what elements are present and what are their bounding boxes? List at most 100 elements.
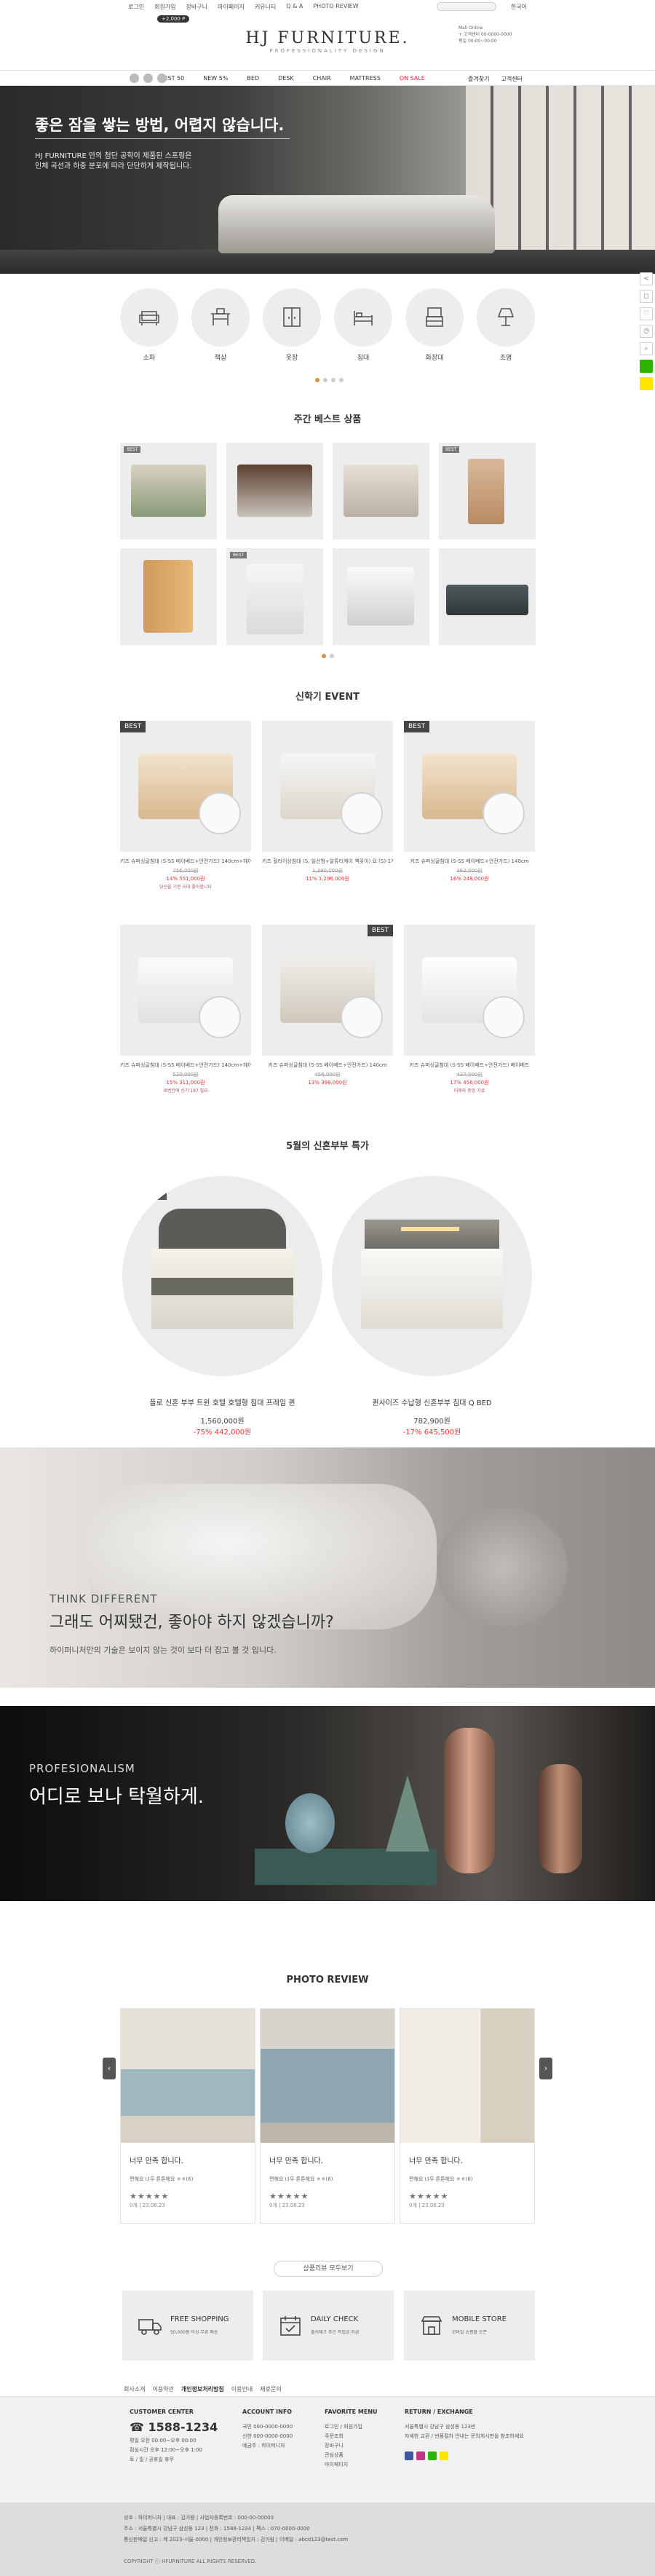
facebook-icon[interactable] — [405, 2451, 413, 2460]
product-note: 로변칸에 신기 187 필요 — [163, 1089, 208, 1094]
phone-number[interactable]: ☎ 1588-1234 — [130, 2422, 218, 2433]
community-link[interactable]: 커뮤니티 — [255, 3, 276, 11]
naver-talk-icon[interactable] — [640, 360, 653, 373]
original-price: 782,900원 — [413, 1418, 450, 1426]
product-card[interactable] — [226, 443, 323, 540]
logo-tagline: PROFESSIONALITY DESIGN — [269, 48, 386, 54]
review-meta: 0개 | 23.06.23 — [269, 2202, 305, 2208]
event-product-card[interactable]: BEST 키즈 슈퍼싱글침대 (S-SS 베이베드+안전가드) 140cm 36… — [404, 721, 535, 882]
review-prev-arrow[interactable]: ‹ — [103, 2058, 116, 2079]
footer-text: 토 / 일 / 공휴일 휴무 — [130, 2457, 174, 2462]
search-icon[interactable]: ⌕ — [640, 342, 653, 355]
review-stars: ★★★★★ — [409, 2192, 449, 2201]
review-card[interactable]: 너무 만족 합니다. 편해요 너무 튼튼해요 ㅎㅎ(6) ★★★★★ 0개 | … — [260, 2008, 395, 2224]
event-product-card[interactable]: BEST 키즈 슈퍼싱글침대 (S-SS 베이베드+안전가드) 140cm 45… — [262, 925, 393, 1086]
cart-icon[interactable]: ◻ — [640, 290, 653, 303]
review-title: 너무 만족 합니다. — [409, 2157, 463, 2165]
join-link[interactable]: 회원가입 — [154, 3, 175, 11]
product-card[interactable] — [333, 443, 429, 540]
recent-icon[interactable]: ◷ — [640, 325, 653, 338]
service-mobile-store[interactable]: MOBILE STORE 모바일 쇼핑몰 오픈 — [404, 2291, 535, 2360]
category-desk[interactable]: 책상 — [191, 288, 250, 362]
professionalism-banner[interactable]: PROFESIONALISM 어디로 보나 탁월하게. — [0, 1706, 655, 1901]
login-link[interactable]: 로그인 — [128, 3, 144, 11]
plush-toy-image — [437, 1506, 568, 1629]
photo-review-link[interactable]: PHOTO REVIEW — [313, 3, 358, 11]
footer-menu-link[interactable]: 로그인 / 회원가입 — [325, 2422, 378, 2432]
site-logo[interactable]: HJ FURNITURE. — [0, 29, 655, 47]
footer-menu-link[interactable]: 장바구니 — [325, 2441, 378, 2451]
cs-center-link[interactable]: 고객센터 — [501, 75, 522, 83]
sofa-icon — [139, 311, 159, 325]
event-product-card[interactable]: 키즈 컬러이상침대 (S, 일선형+알튜티케이 책꽂이) 요 (S)-1개...… — [262, 721, 393, 882]
category-label: 화장대 — [425, 355, 444, 362]
product-name: 키즈 슈퍼싱글침대 (S-SS 베이베드+안전가드) 140cm — [410, 858, 529, 864]
category-bed[interactable]: 침대 — [334, 288, 392, 362]
company-info: 상호 : 하이퍼니처 | 대표 : 김가람 | 사업자등록번호 : 000-00… — [124, 2515, 274, 2521]
think-different-banner[interactable]: THINK DIFFERENT 그래도 어찌됐건, 좋아야 하지 않겠습니까? … — [0, 1447, 655, 1688]
footer-menu-link[interactable]: 관심상품 — [325, 2451, 378, 2460]
bookmark-link[interactable]: 즐겨찾기 — [468, 75, 489, 83]
company-link[interactable]: 회사소개 — [124, 2385, 145, 2393]
privacy-link[interactable]: 개인정보처리방침 — [181, 2385, 224, 2393]
category-wardrobe[interactable]: 옷장 — [263, 288, 321, 362]
instagram-icon[interactable] — [143, 74, 153, 83]
heart-icon[interactable]: ♡ — [640, 307, 653, 320]
category-pager[interactable] — [315, 378, 344, 382]
partnership-link[interactable]: 제휴문의 — [260, 2385, 281, 2393]
nav-bed[interactable]: BED — [247, 75, 259, 82]
weekly-best-heading: 주간 베스트 상품 — [293, 414, 362, 425]
footer-menu-link[interactable]: 주문조회 — [325, 2432, 378, 2441]
view-all-reviews-button[interactable]: 상품리뷰 모두보기 — [274, 2261, 383, 2277]
nav-onsale[interactable]: ON SALE — [400, 75, 425, 82]
service-title: FREE SHOPPING — [170, 2315, 229, 2323]
product-card[interactable] — [120, 548, 217, 645]
terms-link[interactable]: 이용약관 — [152, 2385, 173, 2393]
footer-menu-link[interactable]: 마이페이지 — [325, 2460, 378, 2470]
bed-icon — [354, 311, 373, 325]
sale-price: -17% 645,500원 — [402, 1429, 461, 1437]
language-select[interactable]: 한국어 — [511, 3, 527, 11]
facebook-icon[interactable] — [130, 74, 139, 83]
product-card[interactable] — [439, 548, 536, 645]
product-card[interactable]: BEST — [120, 443, 217, 540]
nav-chair[interactable]: CHAIR — [313, 75, 331, 82]
nav-mattress[interactable]: MATTRESS — [350, 75, 381, 82]
nav-new[interactable]: NEW 5% — [203, 75, 228, 82]
event-product-card[interactable]: BEST 키즈 슈퍼싱글침대 (S-SS 베이베드+안전가드) 140cm+헤어… — [120, 721, 251, 890]
newlywed-product-card[interactable]: 퀸사이즈 수납형 신혼부부 침대 Q BED 782,900원 -17% 645… — [332, 1176, 532, 1437]
copyright: COPYRIGHT ⓒ HFURNITURE ALL RIGHTS RESERV… — [124, 2559, 257, 2564]
event-product-card[interactable]: 키즈 슈퍼싱글침대 (S-SS 베이베드+안전가드) 베이베드 437,000원… — [404, 925, 535, 1094]
review-title: 너무 만족 합니다. — [269, 2157, 323, 2165]
blog-icon[interactable] — [428, 2451, 437, 2460]
guide-link[interactable]: 이용안내 — [231, 2385, 253, 2393]
newlywed-product-card[interactable]: 본점입에 플로 신혼 부부 트윈 호텔 호텔형 침대 프레임 퀸 1,560,0… — [122, 1176, 322, 1437]
review-meta: 0개 | 23.06.23 — [130, 2202, 165, 2208]
blog-icon[interactable] — [157, 74, 167, 83]
category-sofa[interactable]: 소파 — [120, 288, 178, 362]
cart-link[interactable]: 장바구니 — [186, 3, 207, 11]
share-icon[interactable]: < — [640, 272, 653, 285]
product-image — [237, 465, 312, 517]
category-lamp[interactable]: 조명 — [477, 288, 535, 362]
category-dresser[interactable]: 화장대 — [405, 288, 464, 362]
review-card[interactable]: 너무 만족 합니다. 편해요 너무 튼튼해요 ㅎㅎ(6) ★★★★★ 0개 | … — [120, 2008, 255, 2224]
weekly-best-pager[interactable] — [322, 654, 334, 658]
review-card[interactable]: 너무 만족 합니다. 편해요 너무 튼튼해요 ㅎㅎ(6) ★★★★★ 0개 | … — [400, 2008, 535, 2224]
egg-object-image — [285, 1793, 335, 1853]
mypage-link[interactable]: 마이페이지 — [218, 3, 245, 11]
kakao-icon[interactable] — [440, 2451, 448, 2460]
qna-link[interactable]: Q & A — [286, 3, 303, 11]
nav-desk[interactable]: DESK — [278, 75, 294, 82]
hero-banner[interactable]: 좋은 잠을 쌓는 방법, 어렵지 않습니다. HJ FURNITURE 만의 첨… — [0, 86, 655, 274]
event-product-card[interactable]: 키즈 슈퍼싱글침대 (S-SS 베이베드+안전가드) 140cm+헤어 마...… — [120, 925, 251, 1094]
top-search-input[interactable] — [437, 2, 496, 11]
product-card[interactable] — [333, 548, 429, 645]
service-free-shipping[interactable]: FREE SHOPPING 50,000원 이상 무료 배송 — [122, 2291, 253, 2360]
instagram-icon[interactable] — [416, 2451, 425, 2460]
product-card[interactable]: BEST — [226, 548, 323, 645]
product-card[interactable]: BEST — [439, 443, 536, 540]
review-next-arrow[interactable]: › — [539, 2058, 552, 2079]
service-daily-check[interactable]: DAILY CHECK 출석체크 주간 적립금 지급 — [263, 2291, 394, 2360]
kakao-talk-icon[interactable] — [640, 377, 653, 390]
